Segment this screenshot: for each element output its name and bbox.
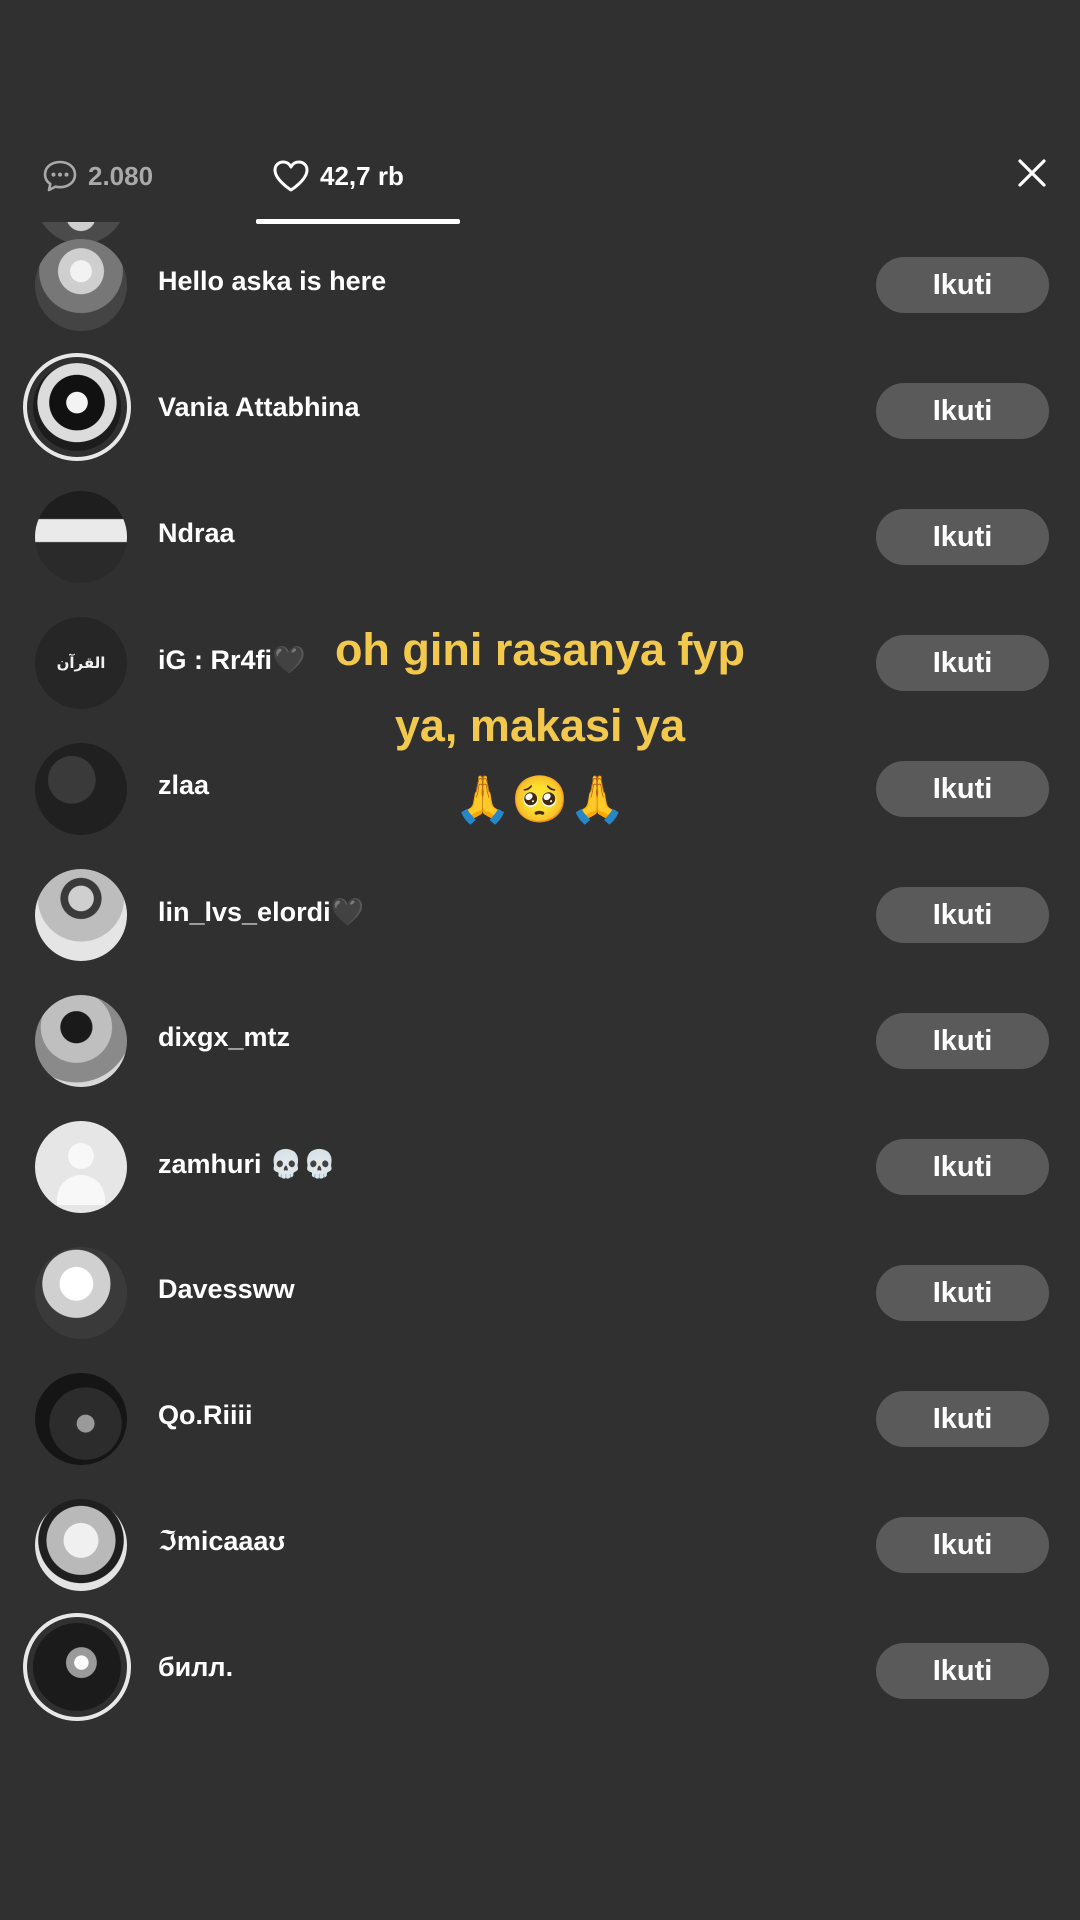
list-item: Vania Attabhina Ikuti [0, 348, 1080, 474]
comment-bubble-icon [42, 159, 78, 193]
follow-button[interactable]: Ikuti [876, 635, 1049, 691]
close-icon [1017, 158, 1047, 193]
comments-count: 2.080 [88, 160, 154, 191]
follow-button[interactable]: Ikuti [876, 1013, 1049, 1069]
caption-line-1: oh gini rasanya fyp [334, 624, 746, 675]
follow-button[interactable]: Ikuti [876, 383, 1049, 439]
list-item: lin_lvs_elordi🖤 Ikuti [0, 852, 1080, 978]
avatar[interactable] [35, 1373, 127, 1465]
follow-button[interactable]: Ikuti [876, 1517, 1049, 1573]
follow-button[interactable]: Ikuti [876, 887, 1049, 943]
username[interactable]: Hello aska is here [158, 266, 386, 297]
tab-bar: 2.080 42,7 rb [0, 150, 1080, 230]
caption-line-2: ya, makasi ya [394, 700, 686, 751]
avatar[interactable] [23, 1613, 131, 1721]
tab-comments[interactable]: 2.080 [42, 150, 153, 202]
username[interactable]: zlaa [158, 770, 209, 801]
tab-likes[interactable]: 42,7 rb [272, 150, 404, 202]
follow-button[interactable]: Ikuti [876, 1265, 1049, 1321]
avatar[interactable] [35, 1247, 127, 1339]
follow-button[interactable]: Ikuti [876, 1391, 1049, 1447]
avatar[interactable] [23, 353, 131, 461]
list-item: zamhuri 💀💀 Ikuti [0, 1104, 1080, 1230]
avatar[interactable] [35, 491, 127, 583]
overlay-caption: oh gini rasanya fyp ya, makasi ya 🙏🥺🙏 [260, 612, 820, 834]
avatar-text: القرآن [56, 654, 106, 672]
username[interactable]: Qo.Riiii [158, 1400, 253, 1431]
username[interactable]: Ndraa [158, 518, 235, 549]
username[interactable]: Vania Attabhina [158, 392, 360, 423]
follow-button[interactable]: Ikuti [876, 761, 1049, 817]
avatar[interactable] [35, 743, 127, 835]
follow-button[interactable]: Ikuti [876, 509, 1049, 565]
avatar[interactable] [35, 995, 127, 1087]
liked-by-list[interactable]: Hello aska is here Ikuti Vania Attabhina… [0, 222, 1080, 1782]
list-item: Davessww Ikuti [0, 1230, 1080, 1356]
username[interactable]: билл. [158, 1652, 233, 1683]
list-item: dixgx_mtz Ikuti [0, 978, 1080, 1104]
likes-sheet: 2.080 42,7 rb Hello aska is here Ikuti V… [0, 0, 1080, 1920]
avatar[interactable] [35, 1499, 127, 1591]
username[interactable]: lin_lvs_elordi🖤 [158, 896, 364, 928]
heart-icon [272, 159, 310, 193]
username[interactable]: Davessww [158, 1274, 295, 1305]
follow-button[interactable]: Ikuti [876, 1643, 1049, 1699]
username[interactable]: dixgx_mtz [158, 1022, 290, 1053]
username[interactable]: ℑmicaaaʊ [158, 1526, 285, 1557]
avatar[interactable] [35, 239, 127, 331]
caption-emoji: 🙏🥺🙏 [454, 772, 626, 826]
follow-button[interactable]: Ikuti [876, 257, 1049, 313]
list-item: Qo.Riiii Ikuti [0, 1356, 1080, 1482]
likes-count: 42,7 rb [320, 160, 404, 191]
avatar[interactable] [35, 869, 127, 961]
username[interactable]: zamhuri 💀💀 [158, 1148, 336, 1180]
close-button[interactable] [1010, 153, 1054, 197]
avatar[interactable]: القرآن [35, 617, 127, 709]
list-item: ℑmicaaaʊ Ikuti [0, 1482, 1080, 1608]
follow-button[interactable]: Ikuti [876, 1139, 1049, 1195]
default-avatar-icon[interactable] [35, 1121, 127, 1213]
list-item: билл. Ikuti [0, 1608, 1080, 1734]
list-item: Ndraa Ikuti [0, 474, 1080, 600]
list-item: Hello aska is here Ikuti [0, 222, 1080, 348]
